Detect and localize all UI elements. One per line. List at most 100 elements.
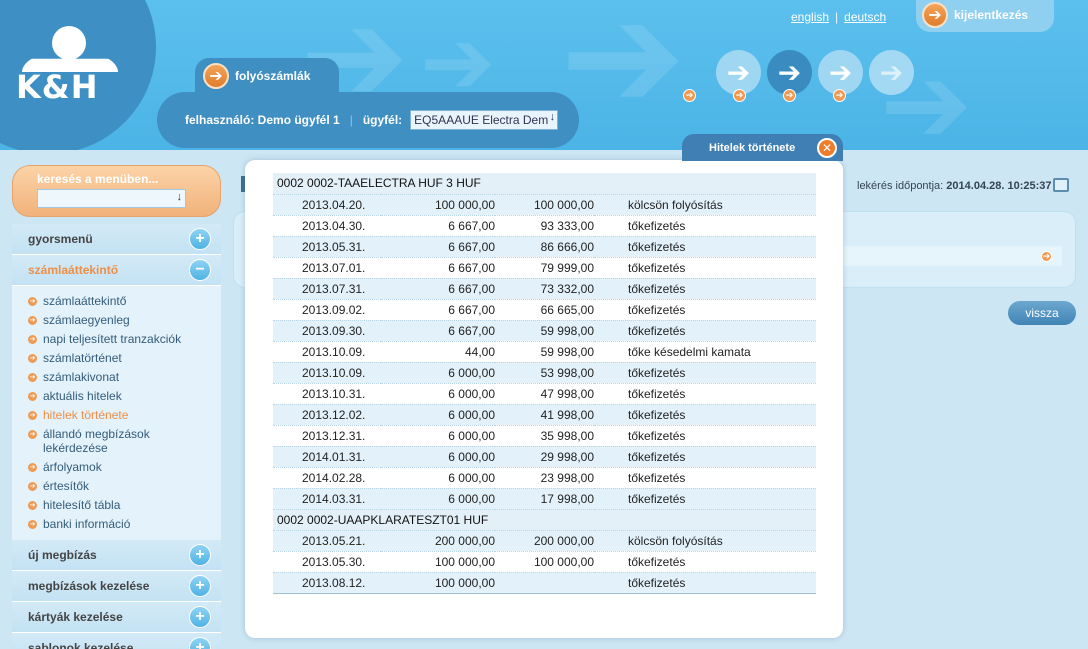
loan-date-cell: 2013.12.02. bbox=[273, 404, 381, 426]
loan-amount-cell: 44,00 bbox=[381, 341, 495, 363]
printer-icon[interactable] bbox=[1053, 178, 1069, 192]
table-row: 2013.08.12. 100 000,00 tőkefizetés bbox=[273, 572, 816, 594]
sidebar-item[interactable]: ➔ állandó megbízások lekérdezése bbox=[28, 425, 221, 458]
lang-german-link[interactable]: deutsch bbox=[844, 10, 886, 24]
loan-description-cell: tőkefizetés bbox=[594, 572, 816, 594]
loan-date-cell: 2013.09.30. bbox=[273, 320, 381, 342]
logo[interactable]: K&H bbox=[16, 68, 98, 106]
back-button[interactable]: vissza bbox=[1008, 301, 1076, 325]
arrow-bullet-icon: ➔ bbox=[28, 520, 37, 529]
table-row: 2014.01.31. 6 000,00 29 998,00 tőkefizetés bbox=[273, 446, 816, 468]
loan-description-cell: tőkefizetés bbox=[594, 362, 816, 384]
sidebar-section-new-order[interactable]: új megbízás + bbox=[12, 540, 221, 571]
loan-balance-cell: 73 332,00 bbox=[495, 278, 594, 300]
loan-description-cell: tőkefizetés bbox=[594, 446, 816, 468]
sidebar-item[interactable]: ➔ számlaegyenleg bbox=[28, 311, 221, 330]
client-select[interactable]: EQ5AAAUE Electra Dem ↓ bbox=[410, 110, 559, 130]
table-row: 2013.10.09. 6 000,00 53 998,00 tőkefizetés bbox=[273, 362, 816, 384]
table-row: 2013.05.21. 200 000,00 200 000,00 kölcsön f… bbox=[273, 530, 816, 552]
arrow-bullet-icon: ➔ bbox=[28, 501, 37, 510]
sidebar-section-quick-menu[interactable]: gyorsmenü + bbox=[12, 224, 221, 255]
loan-date-cell: 2014.02.28. bbox=[273, 467, 381, 489]
sidebar-item[interactable]: ➔ számlatörténet bbox=[28, 349, 221, 368]
lang-english-link[interactable]: english bbox=[791, 10, 829, 24]
minus-icon[interactable]: − bbox=[189, 259, 211, 281]
loan-balance-cell: 59 998,00 bbox=[495, 320, 594, 342]
loan-description-cell: tőke késedelmi kamata bbox=[594, 341, 816, 363]
sidebar-item[interactable]: ➔ hitelesítő tábla bbox=[28, 496, 221, 515]
loan-description-cell: tőkefizetés bbox=[594, 236, 816, 258]
close-icon[interactable]: ✕ bbox=[817, 138, 837, 158]
step-arrow-icon: ➔ bbox=[869, 50, 914, 95]
loan-balance-cell: 17 998,00 bbox=[495, 488, 594, 510]
plus-icon[interactable]: + bbox=[189, 606, 211, 628]
sidebar-section-manage-cards[interactable]: kártyák kezelése + bbox=[12, 602, 221, 633]
loan-amount-cell: 6 667,00 bbox=[381, 257, 495, 279]
loan-balance-cell: 23 998,00 bbox=[495, 467, 594, 489]
query-time-value: 2014.04.28. 10:25:37 bbox=[946, 180, 1052, 192]
plus-icon[interactable]: + bbox=[189, 637, 211, 649]
plus-icon[interactable]: + bbox=[189, 228, 211, 250]
loan-group-row: 0002 0002-TAAELECTRA HUF 3 HUF bbox=[273, 173, 816, 195]
loan-amount-cell: 6 667,00 bbox=[381, 320, 495, 342]
sidebar-item-label: állandó megbízások lekérdezése bbox=[43, 427, 150, 455]
chevron-down-icon: ↓ bbox=[176, 191, 183, 203]
loan-amount-cell: 100 000,00 bbox=[381, 194, 495, 216]
sidebar-item[interactable]: ➔ számlakivonat bbox=[28, 368, 221, 387]
sidebar-item[interactable]: ➔ értesítők bbox=[28, 477, 221, 496]
sidebar-section-manage-orders[interactable]: megbízások kezelése + bbox=[12, 571, 221, 602]
arrow-right-icon: ➔ bbox=[203, 63, 229, 89]
loan-balance-cell: 35 998,00 bbox=[495, 425, 594, 447]
logout-button[interactable]: ➔ kijelentkezés bbox=[916, 0, 1054, 32]
sidebar-item[interactable]: ➔ napi teljesített tranzakciók bbox=[28, 330, 221, 349]
sidebar-item[interactable]: ➔ banki információ bbox=[28, 515, 221, 534]
arrow-bullet-icon: ➔ bbox=[28, 430, 37, 439]
loan-amount-cell: 6 667,00 bbox=[381, 236, 495, 258]
sidebar-section-manage-templates[interactable]: sablonok kezelése + bbox=[12, 633, 221, 649]
sidebar-item-label: számlakivonat bbox=[43, 370, 120, 384]
table-row: 2013.07.01. 6 667,00 79 999,00 tőkefizetés bbox=[273, 257, 816, 279]
loan-amount-cell: 6 000,00 bbox=[381, 383, 495, 405]
arrow-bullet-icon: ➔ bbox=[28, 354, 37, 363]
loan-amount-cell: 6 000,00 bbox=[381, 488, 495, 510]
loan-balance-cell: 100 000,00 bbox=[495, 551, 594, 573]
sidebar-section-label: új megbízás bbox=[28, 548, 97, 562]
loan-balance-cell: 86 666,00 bbox=[495, 236, 594, 258]
modal-title: Hitelek története bbox=[709, 141, 796, 154]
sidebar-item-active[interactable]: ➔ hitelek története bbox=[28, 406, 221, 425]
arrow-bullet-icon: ➔ bbox=[28, 335, 37, 344]
sidebar-item[interactable]: ➔ számlaáttekintő bbox=[28, 292, 221, 311]
arrow-bullet-icon: ➔ bbox=[28, 392, 37, 401]
loan-description-cell: tőkefizetés bbox=[594, 488, 816, 510]
sidebar-section-label: számlaáttekintő bbox=[28, 263, 119, 277]
loan-description-cell: tőkefizetés bbox=[594, 425, 816, 447]
loan-amount-cell: 6 667,00 bbox=[381, 215, 495, 237]
sidebar-section-label: sablonok kezelése bbox=[28, 641, 134, 649]
plus-icon[interactable]: + bbox=[189, 575, 211, 597]
loan-date-cell: 2013.09.02. bbox=[273, 299, 381, 321]
loan-description-cell: tőkefizetés bbox=[594, 404, 816, 426]
menu-search-select[interactable]: ↓ bbox=[37, 189, 186, 208]
arrow-bullet-icon: ➔ bbox=[28, 297, 37, 306]
plus-icon[interactable]: + bbox=[189, 544, 211, 566]
arrow-bullet-icon: ➔ bbox=[28, 411, 37, 420]
loan-description-cell: kölcsön folyósítás bbox=[594, 530, 816, 552]
arrow-bullet-icon: ➔ bbox=[28, 482, 37, 491]
user-name: felhasználó: Demo ügyfél 1 bbox=[185, 113, 340, 127]
sidebar-section-account-overview[interactable]: számlaáttekintő − bbox=[12, 255, 221, 286]
sidebar-item[interactable]: ➔ aktuális hitelek bbox=[28, 387, 221, 406]
loan-description-cell: tőkefizetés bbox=[594, 257, 816, 279]
sidebar-item[interactable]: ➔ árfolyamok bbox=[28, 458, 221, 477]
sidebar-item-label: számlatörténet bbox=[43, 351, 122, 365]
loan-balance-cell: 47 998,00 bbox=[495, 383, 594, 405]
loan-group-name: 0002 0002-TAAELECTRA HUF 3 HUF bbox=[273, 173, 816, 195]
loan-balance-cell: 53 998,00 bbox=[495, 362, 594, 384]
query-time: lekérés időpontja: 2014.04.28. 10:25:37 bbox=[857, 180, 1052, 192]
sidebar-item-label: hitelek története bbox=[43, 408, 129, 422]
loan-balance-cell: 59 998,00 bbox=[495, 341, 594, 363]
tab-accounts[interactable]: ➔ folyószámlák bbox=[195, 58, 339, 94]
step-dot-icon: ➔ bbox=[683, 89, 696, 102]
step-dot-icon: ➔ bbox=[733, 89, 746, 102]
loan-description-cell: tőkefizetés bbox=[594, 467, 816, 489]
arrow-bullet-icon[interactable]: ➔ bbox=[1041, 251, 1052, 262]
